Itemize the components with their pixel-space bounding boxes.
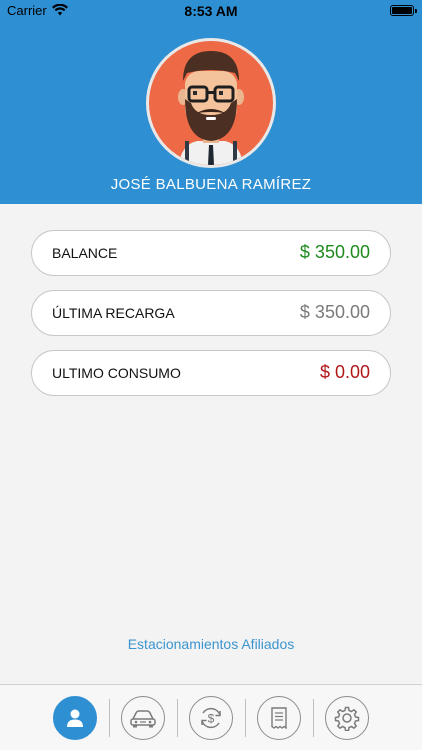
avatar[interactable] [146,38,276,168]
battery-icon [390,5,417,16]
user-icon [67,709,83,727]
balance-card: BALANCE $ 350.00 [31,230,391,276]
last-recharge-label: ÚLTIMA RECARGA [52,305,175,321]
last-recharge-card: ÚLTIMA RECARGA $ 350.00 [31,290,391,336]
last-consumption-value: $ 0.00 [319,362,370,382]
dollar-refresh-icon: $ [201,707,221,729]
balance-label: BALANCE [52,245,118,261]
last-recharge-value: $ 350.00 [299,302,370,322]
profile-header: JOSÉ BALBUENA RAMÍREZ [0,22,422,204]
bearded-man-avatar-icon [178,51,244,165]
tab-profile[interactable] [53,696,97,740]
tab-vehicles[interactable] [121,696,165,740]
last-consumption-card: ULTIMO CONSUMO $ 0.00 [31,350,391,396]
svg-text:$: $ [208,712,215,726]
clock: 8:53 AM [184,3,238,19]
tab-separator [177,699,178,737]
tab-separator [109,699,110,737]
tab-separator [313,699,314,737]
balance-value: $ 350.00 [299,242,370,262]
last-consumption-label: ULTIMO CONSUMO [52,365,181,381]
tab-separator [245,699,246,737]
affiliated-parkings-link[interactable]: Estacionamientos Afiliados [0,636,422,652]
tab-recharge[interactable]: $ [189,696,233,740]
tab-bar: $ [0,684,422,750]
user-name: JOSÉ BALBUENA RAMÍREZ [110,176,312,193]
status-bar: Carrier 8:53 AM [0,0,422,22]
gear-icon [334,706,360,731]
tab-settings[interactable] [325,696,369,740]
receipt-icon [271,707,287,730]
car-icon [130,710,156,728]
tab-receipts[interactable] [257,696,301,740]
